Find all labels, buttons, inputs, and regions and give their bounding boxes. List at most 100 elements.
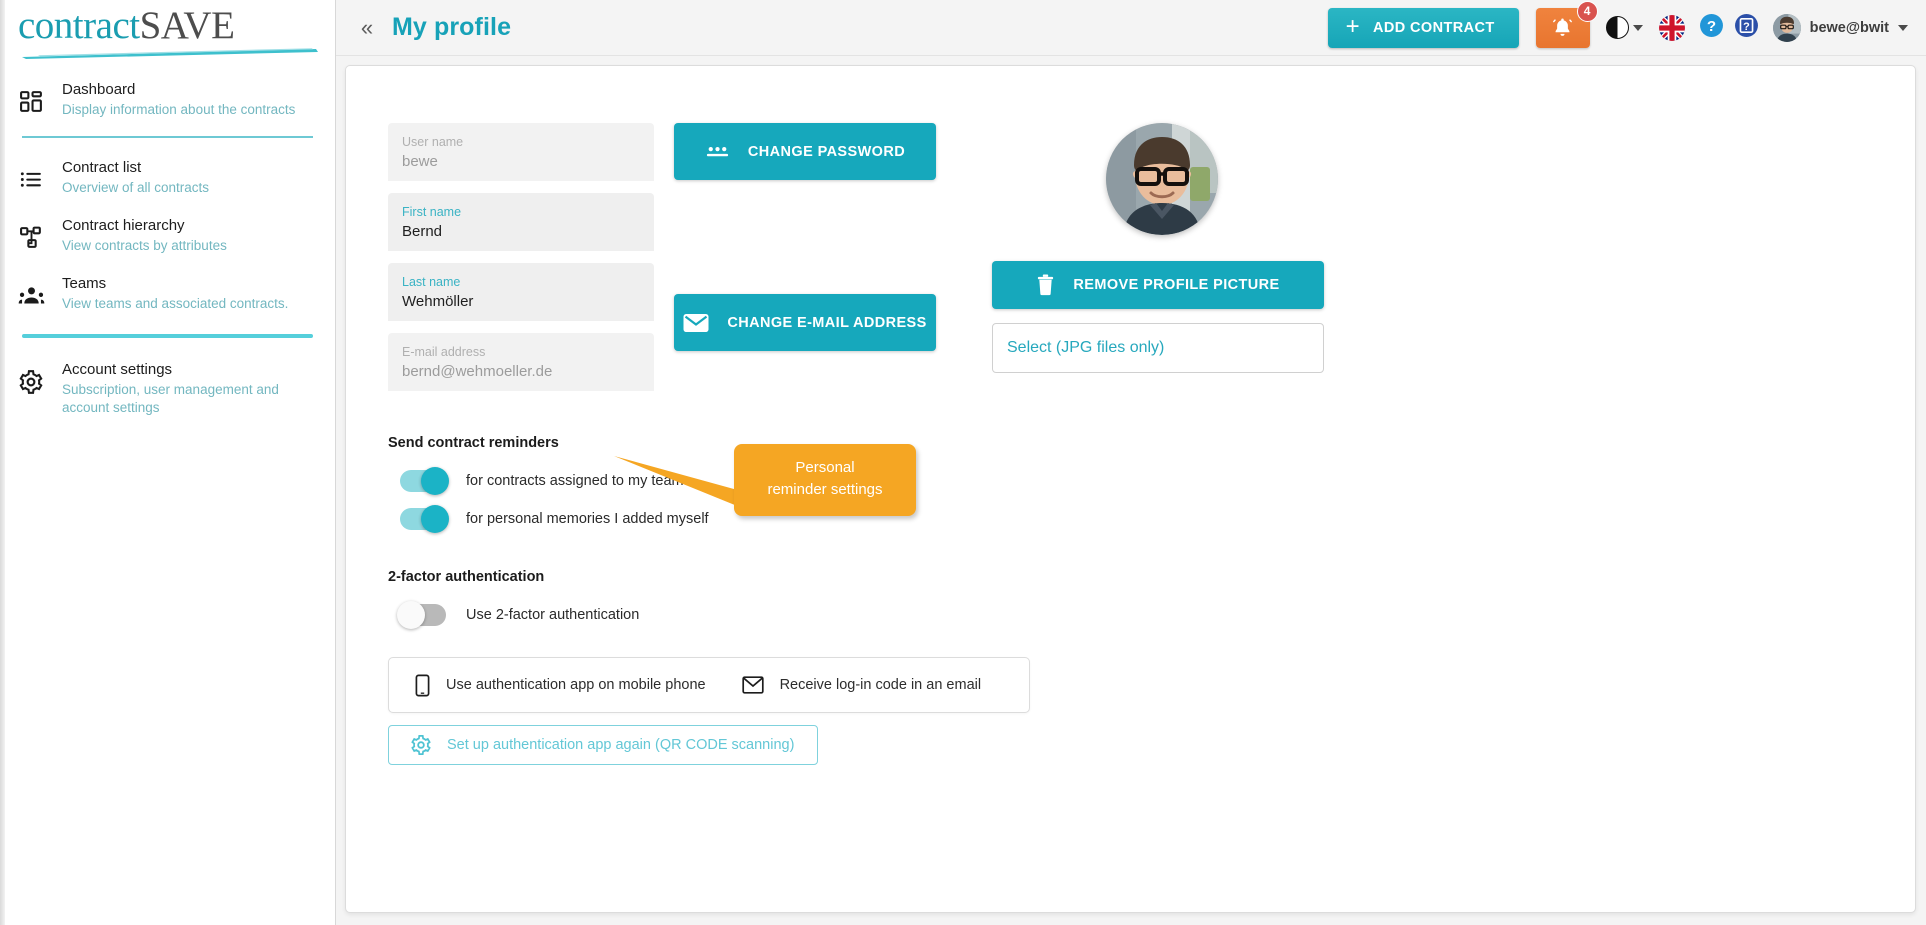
username-value: bewe xyxy=(402,153,438,170)
reminder-teams-toggle[interactable] xyxy=(400,467,449,495)
page-title: My profile xyxy=(392,13,512,41)
envelope-icon xyxy=(741,676,764,694)
sidebar-item-subtitle: View teams and associated contracts. xyxy=(62,296,289,311)
sidebar: contractSAVE Dashboard Display informati… xyxy=(0,0,336,925)
first-name-label: First name xyxy=(402,205,462,219)
profile-photo xyxy=(1106,123,1218,235)
chevron-down-icon xyxy=(1632,24,1643,31)
twofactor-options-box: Use authentication app on mobile phone R… xyxy=(388,657,1030,713)
user-name-label: bewe@bwit xyxy=(1809,19,1889,36)
add-contract-label: ADD CONTRACT xyxy=(1373,19,1495,36)
sidebar-item-teams[interactable]: Teams View teams and associated contract… xyxy=(0,264,335,322)
email-label: E-mail address xyxy=(402,345,486,359)
last-name-label: Last name xyxy=(402,275,461,289)
first-name-value: Bernd xyxy=(402,223,443,240)
twofactor-toggle[interactable] xyxy=(397,601,446,629)
mobile-phone-icon xyxy=(415,674,430,697)
last-name-field[interactable]: Last name Wehmöller xyxy=(388,263,654,321)
change-email-button[interactable]: CHANGE E-MAIL ADDRESS xyxy=(674,294,936,351)
setup-authentication-app-label: Set up authentication app again (QR CODE… xyxy=(447,737,795,753)
language-selector-button[interactable] xyxy=(1658,14,1685,41)
sidebar-item-title: Dashboard xyxy=(62,81,136,98)
collapse-sidebar-button[interactable]: « xyxy=(350,11,384,45)
remove-profile-picture-label: REMOVE PROFILE PICTURE xyxy=(1073,277,1280,293)
help-button[interactable]: ? xyxy=(1699,13,1724,43)
username-field[interactable]: User name bewe xyxy=(388,123,654,181)
info-button[interactable]: ? xyxy=(1734,13,1759,43)
plus-icon: + xyxy=(1345,12,1360,40)
sidebar-item-title: Account settings xyxy=(62,361,173,378)
application-window: contractSAVE Dashboard Display informati… xyxy=(0,0,1926,925)
callout-line-2: reminder settings xyxy=(767,481,883,498)
contrast-toggle-button[interactable] xyxy=(1605,16,1643,39)
sidebar-item-title: Contract hierarchy xyxy=(62,217,185,234)
reminder-callout-body: Personal reminder settings xyxy=(734,444,916,516)
toggle-knob xyxy=(421,467,449,495)
profile-form-area: User name bewe First name Bernd Last nam… xyxy=(388,123,1915,403)
username-label: User name xyxy=(402,135,464,149)
change-email-label: CHANGE E-MAIL ADDRESS xyxy=(727,314,927,331)
reminders-section: Send contract reminders for contracts as… xyxy=(388,435,1915,537)
brand-logo[interactable]: contractSAVE xyxy=(0,0,335,62)
sidebar-item-title: Contract list xyxy=(62,159,142,176)
contrast-icon xyxy=(1605,16,1629,39)
last-name-value: Wehmöller xyxy=(402,293,474,310)
gear-icon xyxy=(410,734,432,756)
sidebar-item-subtitle: Subscription, user management and accoun… xyxy=(62,382,279,415)
sidebar-nav: Dashboard Display information about the … xyxy=(0,62,335,426)
logo-swoosh-icon xyxy=(22,48,318,59)
avatar xyxy=(1772,13,1801,42)
twofactor-section: 2-factor authentication Use 2-factor aut… xyxy=(388,569,1915,765)
logo-text-secondary: SAVE xyxy=(139,4,235,47)
info-box-icon: ? xyxy=(1734,13,1758,37)
logo-text-primary: contract xyxy=(18,4,140,47)
uk-flag-icon xyxy=(1658,14,1685,41)
twofactor-option-app[interactable]: Use authentication app on mobile phone xyxy=(415,674,706,697)
twofactor-toggle-label: Use 2-factor authentication xyxy=(466,607,640,623)
notifications-button[interactable]: 4 xyxy=(1535,0,1598,48)
sidebar-item-dashboard[interactable]: Dashboard Display information about the … xyxy=(0,70,335,128)
sidebar-item-subtitle: Display information about the contracts xyxy=(62,102,296,117)
content-outer: User name bewe First name Bernd Last nam… xyxy=(336,56,1926,925)
sidebar-item-subtitle: Overview of all contracts xyxy=(62,180,210,195)
hierarchy-icon xyxy=(0,215,62,250)
profile-panel: User name bewe First name Bernd Last nam… xyxy=(345,65,1916,913)
top-header-bar: « My profile + ADD CONTRACT 4 ? ? bewe@b… xyxy=(336,0,1926,56)
setup-authentication-app-button[interactable]: Set up authentication app again (QR CODE… xyxy=(388,725,818,765)
reminders-section-title: Send contract reminders xyxy=(388,435,559,451)
list-icon xyxy=(0,157,62,192)
select-file-label: Select (JPG files only) xyxy=(1007,339,1165,356)
notifications-badge: 4 xyxy=(1576,0,1598,22)
reminder-personal-toggle[interactable] xyxy=(400,505,449,533)
svg-text:?: ? xyxy=(1743,20,1750,32)
add-contract-button[interactable]: + ADD CONTRACT xyxy=(1327,7,1519,48)
trash-icon xyxy=(1036,274,1055,296)
email-value: bernd@wehmoeller.de xyxy=(402,363,553,380)
profile-actions-column: CHANGE PASSWORD CHANGE E-MAIL ADDRESS xyxy=(674,123,974,351)
bell-icon xyxy=(1551,16,1574,39)
change-password-button[interactable]: CHANGE PASSWORD xyxy=(674,123,936,180)
sidebar-item-contract-list[interactable]: Contract list Overview of all contracts xyxy=(0,148,335,206)
email-field[interactable]: E-mail address bernd@wehmoeller.de xyxy=(388,333,654,391)
twofactor-option-email-label: Receive log-in code in an email xyxy=(779,677,982,693)
toggle-knob xyxy=(397,601,425,629)
dashboard-grid-icon xyxy=(0,79,62,114)
twofactor-option-email[interactable]: Receive log-in code in an email xyxy=(741,676,982,694)
change-password-label: CHANGE PASSWORD xyxy=(747,143,906,160)
password-dots-icon xyxy=(705,143,730,161)
sidebar-item-title: Teams xyxy=(62,275,107,292)
first-name-field[interactable]: First name Bernd xyxy=(388,193,654,251)
remove-profile-picture-button[interactable]: REMOVE PROFILE PICTURE xyxy=(992,261,1324,309)
main-region: « My profile + ADD CONTRACT 4 ? ? bewe@b… xyxy=(336,0,1926,925)
user-menu-button[interactable]: bewe@bwit xyxy=(1772,13,1908,42)
sidebar-divider xyxy=(22,334,313,338)
toggle-knob xyxy=(421,505,449,533)
sidebar-item-contract-hierarchy[interactable]: Contract hierarchy View contracts by att… xyxy=(0,206,335,264)
envelope-icon xyxy=(683,313,709,333)
twofactor-option-app-label: Use authentication app on mobile phone xyxy=(446,677,706,693)
callout-tail-icon xyxy=(614,456,752,512)
sidebar-item-account-settings[interactable]: Account settings Subscription, user mana… xyxy=(0,350,335,426)
profile-fields-column: User name bewe First name Bernd Last nam… xyxy=(388,123,654,403)
sidebar-item-subtitle: View contracts by attributes xyxy=(62,238,227,253)
select-file-input[interactable]: Select (JPG files only) xyxy=(992,323,1324,373)
